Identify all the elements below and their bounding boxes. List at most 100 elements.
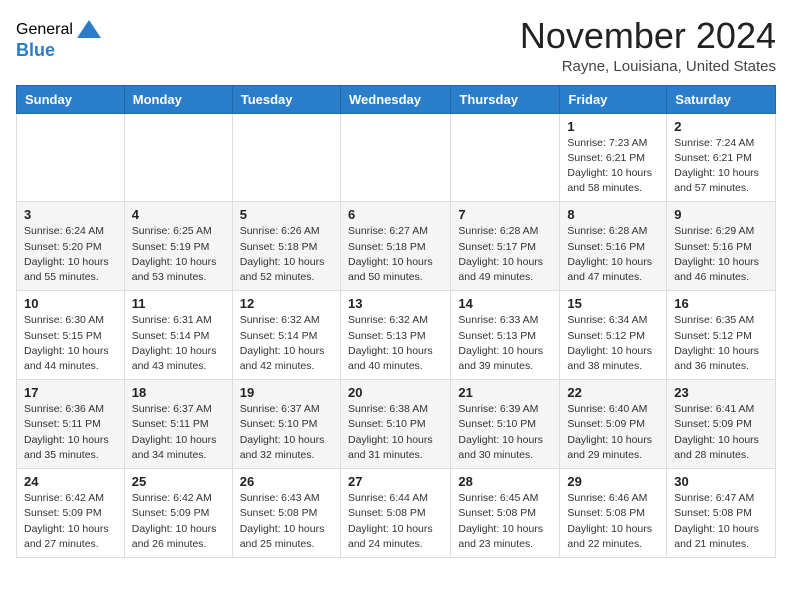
day-number: 24 (24, 474, 117, 489)
day-number: 8 (567, 207, 659, 222)
day-info: Sunrise: 6:43 AM Sunset: 5:08 PM Dayligh… (240, 491, 333, 552)
day-number: 4 (132, 207, 225, 222)
day-number: 26 (240, 474, 333, 489)
day-info: Sunrise: 6:29 AM Sunset: 5:16 PM Dayligh… (674, 224, 768, 285)
calendar-cell: 16Sunrise: 6:35 AM Sunset: 5:12 PM Dayli… (667, 291, 776, 380)
weekday-header: Friday (560, 85, 667, 113)
day-number: 23 (674, 385, 768, 400)
calendar-cell: 22 Sunrise: 6:40 AM Sunset: 5:09 PM Dayli… (560, 380, 667, 469)
day-info: Sunrise: 6:42 AM Sunset: 5:09 PM Dayligh… (24, 491, 117, 552)
calendar-cell: 30 Sunrise: 6:47 AM Sunset: 5:08 PM Dayli… (667, 469, 776, 558)
day-info: Sunrise: 6:44 AM Sunset: 5:08 PM Dayligh… (348, 491, 443, 552)
day-number: 29 (567, 474, 659, 489)
calendar-cell: 11 Sunrise: 6:31 AM Sunset: 5:14 PM Dayli… (124, 291, 232, 380)
day-info: Sunrise: 6:36 AM Sunset: 5:11 PM Dayligh… (24, 402, 117, 463)
day-info: Sunrise: 6:46 AM Sunset: 5:08 PM Dayligh… (567, 491, 659, 552)
calendar-cell: 3 Sunrise: 6:24 AM Sunset: 5:20 PM Daylig… (17, 202, 125, 291)
day-number: 30 (674, 474, 768, 489)
calendar-cell: 24 Sunrise: 6:42 AM Sunset: 5:09 PM Dayli… (17, 469, 125, 558)
day-info: Sunrise: 6:28 AM Sunset: 5:16 PM Dayligh… (567, 224, 659, 285)
day-info: Sunrise: 6:41 AM Sunset: 5:09 PM Dayligh… (674, 402, 768, 463)
day-info: Sunrise: 6:34 AM Sunset: 5:12 PM Dayligh… (567, 313, 659, 374)
calendar-cell: 5 Sunrise: 6:26 AM Sunset: 5:18 PM Daylig… (232, 202, 340, 291)
location-title: Rayne, Louisiana, United States (520, 58, 776, 75)
day-info: Sunrise: 6:47 AM Sunset: 5:08 PM Dayligh… (674, 491, 768, 552)
logo-area: General Blue (16, 16, 103, 61)
calendar-cell: 23 Sunrise: 6:41 AM Sunset: 5:09 PM Dayli… (667, 380, 776, 469)
calendar-cell (232, 113, 340, 202)
calendar-week-row: 24 Sunrise: 6:42 AM Sunset: 5:09 PM Dayli… (17, 469, 776, 558)
calendar-cell: 17 Sunrise: 6:36 AM Sunset: 5:11 PM Dayli… (17, 380, 125, 469)
calendar-cell: 12 Sunrise: 6:32 AM Sunset: 5:14 PM Dayli… (232, 291, 340, 380)
day-number: 22 (567, 385, 659, 400)
weekday-header: Monday (124, 85, 232, 113)
day-number: 18 (132, 385, 225, 400)
day-number: 17 (24, 385, 117, 400)
day-info: Sunrise: 6:27 AM Sunset: 5:18 PM Dayligh… (348, 224, 443, 285)
day-number: 27 (348, 474, 443, 489)
calendar-cell: 18 Sunrise: 6:37 AM Sunset: 5:11 PM Dayli… (124, 380, 232, 469)
calendar-cell: 26 Sunrise: 6:43 AM Sunset: 5:08 PM Dayli… (232, 469, 340, 558)
day-number: 25 (132, 474, 225, 489)
day-number: 19 (240, 385, 333, 400)
day-number: 3 (24, 207, 117, 222)
calendar-cell (340, 113, 450, 202)
day-info: Sunrise: 6:30 AM Sunset: 5:15 PM Dayligh… (24, 313, 117, 374)
calendar-cell: 14Sunrise: 6:33 AM Sunset: 5:13 PM Dayli… (451, 291, 560, 380)
day-info: Sunrise: 7:23 AM Sunset: 6:21 PM Dayligh… (567, 136, 659, 197)
calendar-week-row: 10Sunrise: 6:30 AM Sunset: 5:15 PM Dayli… (17, 291, 776, 380)
calendar-week-row: 17 Sunrise: 6:36 AM Sunset: 5:11 PM Dayli… (17, 380, 776, 469)
day-number: 12 (240, 296, 333, 311)
day-number: 9 (674, 207, 768, 222)
day-number: 6 (348, 207, 443, 222)
day-number: 7 (458, 207, 552, 222)
day-info: Sunrise: 6:39 AM Sunset: 5:10 PM Dayligh… (458, 402, 552, 463)
day-info: Sunrise: 7:24 AM Sunset: 6:21 PM Dayligh… (674, 136, 768, 197)
calendar-cell: 2Sunrise: 7:24 AM Sunset: 6:21 PM Daylig… (667, 113, 776, 202)
calendar-cell: 25 Sunrise: 6:42 AM Sunset: 5:09 PM Dayli… (124, 469, 232, 558)
day-info: Sunrise: 6:32 AM Sunset: 5:14 PM Dayligh… (240, 313, 333, 374)
page: General Blue November 2024 Rayne, Louisi… (0, 0, 792, 574)
day-info: Sunrise: 6:45 AM Sunset: 5:08 PM Dayligh… (458, 491, 552, 552)
day-info: Sunrise: 6:37 AM Sunset: 5:11 PM Dayligh… (132, 402, 225, 463)
calendar: SundayMondayTuesdayWednesdayThursdayFrid… (16, 85, 776, 558)
calendar-week-row: 1Sunrise: 7:23 AM Sunset: 6:21 PM Daylig… (17, 113, 776, 202)
weekday-header: Saturday (667, 85, 776, 113)
calendar-header-row: SundayMondayTuesdayWednesdayThursdayFrid… (17, 85, 776, 113)
calendar-cell: 7 Sunrise: 6:28 AM Sunset: 5:17 PM Daylig… (451, 202, 560, 291)
day-info: Sunrise: 6:24 AM Sunset: 5:20 PM Dayligh… (24, 224, 117, 285)
month-title: November 2024 (520, 16, 776, 56)
calendar-cell: 10Sunrise: 6:30 AM Sunset: 5:15 PM Dayli… (17, 291, 125, 380)
day-info: Sunrise: 6:28 AM Sunset: 5:17 PM Dayligh… (458, 224, 552, 285)
calendar-week-row: 3 Sunrise: 6:24 AM Sunset: 5:20 PM Daylig… (17, 202, 776, 291)
logo-general: General (16, 21, 73, 39)
calendar-cell: 21Sunrise: 6:39 AM Sunset: 5:10 PM Dayli… (451, 380, 560, 469)
day-info: Sunrise: 6:42 AM Sunset: 5:09 PM Dayligh… (132, 491, 225, 552)
calendar-cell (124, 113, 232, 202)
day-info: Sunrise: 6:26 AM Sunset: 5:18 PM Dayligh… (240, 224, 333, 285)
day-number: 16 (674, 296, 768, 311)
day-number: 14 (458, 296, 552, 311)
calendar-cell: 1Sunrise: 7:23 AM Sunset: 6:21 PM Daylig… (560, 113, 667, 202)
calendar-cell (17, 113, 125, 202)
calendar-cell: 13Sunrise: 6:32 AM Sunset: 5:13 PM Dayli… (340, 291, 450, 380)
day-info: Sunrise: 6:38 AM Sunset: 5:10 PM Dayligh… (348, 402, 443, 463)
calendar-cell: 28 Sunrise: 6:45 AM Sunset: 5:08 PM Dayli… (451, 469, 560, 558)
day-info: Sunrise: 6:31 AM Sunset: 5:14 PM Dayligh… (132, 313, 225, 374)
logo-blue: Blue (16, 40, 55, 61)
calendar-cell: 15 Sunrise: 6:34 AM Sunset: 5:12 PM Dayli… (560, 291, 667, 380)
day-number: 5 (240, 207, 333, 222)
day-number: 15 (567, 296, 659, 311)
calendar-cell: 29 Sunrise: 6:46 AM Sunset: 5:08 PM Dayli… (560, 469, 667, 558)
day-info: Sunrise: 6:25 AM Sunset: 5:19 PM Dayligh… (132, 224, 225, 285)
calendar-cell: 9 Sunrise: 6:29 AM Sunset: 5:16 PM Daylig… (667, 202, 776, 291)
day-info: Sunrise: 6:32 AM Sunset: 5:13 PM Dayligh… (348, 313, 443, 374)
calendar-cell: 19Sunrise: 6:37 AM Sunset: 5:10 PM Dayli… (232, 380, 340, 469)
header: General Blue November 2024 Rayne, Louisi… (16, 16, 776, 75)
day-number: 11 (132, 296, 225, 311)
weekday-header: Wednesday (340, 85, 450, 113)
weekday-header: Thursday (451, 85, 560, 113)
calendar-cell: 4 Sunrise: 6:25 AM Sunset: 5:19 PM Daylig… (124, 202, 232, 291)
day-info: Sunrise: 6:40 AM Sunset: 5:09 PM Dayligh… (567, 402, 659, 463)
day-number: 28 (458, 474, 552, 489)
